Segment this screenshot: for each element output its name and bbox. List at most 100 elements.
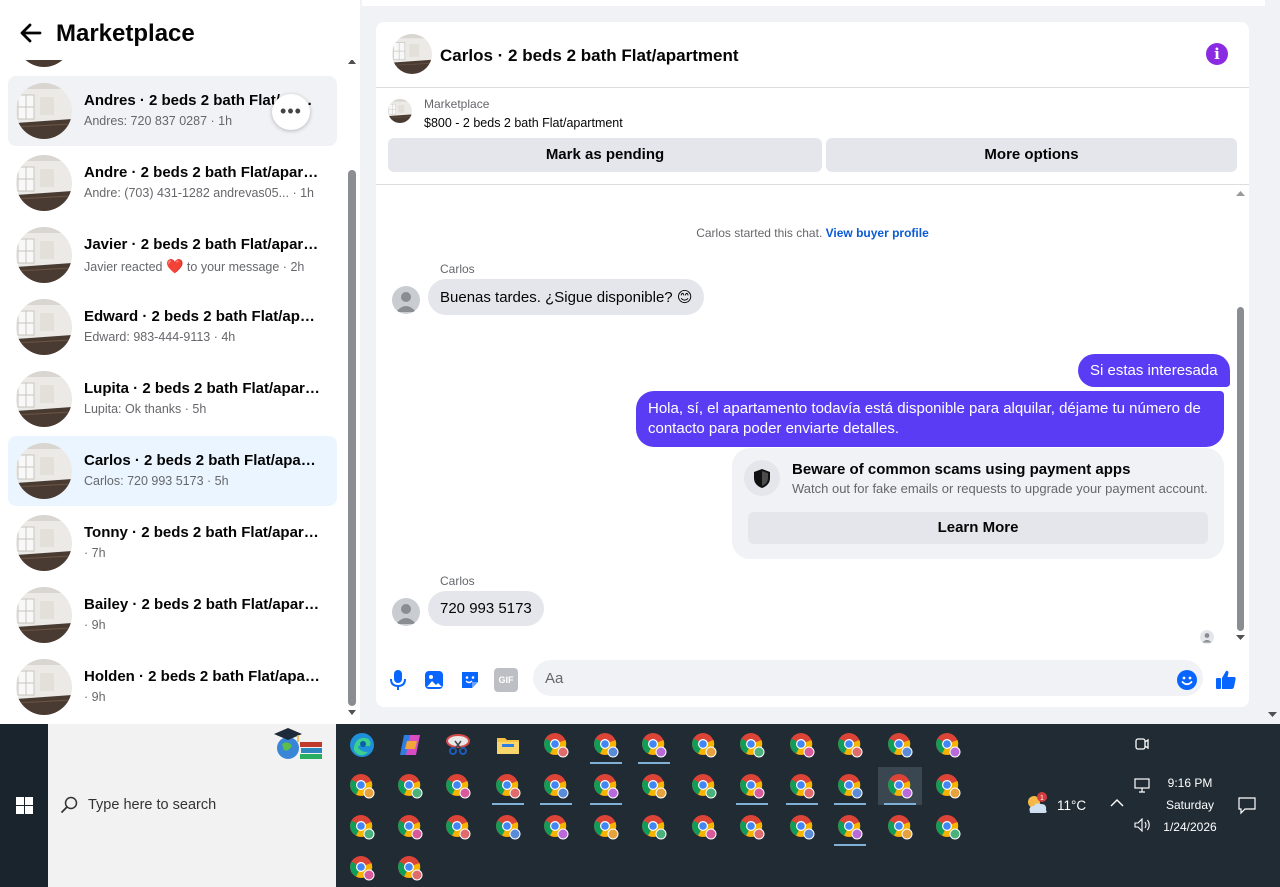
snip-taskbar-button[interactable] — [436, 726, 480, 764]
gif-icon[interactable]: GIF — [494, 668, 518, 692]
chrome-taskbar-button[interactable] — [340, 808, 384, 846]
message-bubble-incoming[interactable]: Buenas tardes. ¿Sigue disponible? 😊 — [428, 279, 705, 315]
chrome-taskbar-button[interactable] — [436, 808, 480, 846]
chrome-taskbar-button[interactable] — [682, 767, 726, 805]
info-icon[interactable]: i — [1206, 43, 1228, 65]
chrome-taskbar-button[interactable] — [878, 767, 922, 805]
chrome-taskbar-button[interactable] — [632, 808, 676, 846]
scroll-down-icon[interactable] — [1236, 635, 1245, 641]
chrome-icon — [692, 815, 717, 840]
chrome-taskbar-button[interactable] — [340, 849, 384, 887]
chrome-taskbar-button[interactable] — [780, 726, 824, 764]
message-bubble-outgoing[interactable]: Hola, sí, el apartamento todavía está di… — [636, 391, 1224, 447]
meet-now-icon[interactable] — [1134, 736, 1150, 752]
chrome-taskbar-button[interactable] — [584, 726, 628, 764]
scrollbar-thumb[interactable] — [1237, 307, 1244, 631]
listing-thumbnail-small[interactable] — [388, 99, 412, 123]
clock-day[interactable]: Saturday — [1150, 798, 1230, 812]
scroll-down-icon[interactable] — [348, 710, 356, 716]
thumbs-up-icon[interactable] — [1214, 668, 1238, 692]
folder-taskbar-button[interactable] — [486, 726, 530, 764]
more-options-button[interactable]: More options — [826, 138, 1237, 172]
scrollbar-thumb[interactable] — [348, 170, 356, 706]
clock-date[interactable]: 1/24/2026 — [1150, 820, 1230, 834]
chrome-taskbar-button[interactable] — [926, 767, 970, 805]
chrome-taskbar-button[interactable] — [926, 726, 970, 764]
conversation-item[interactable]: Javier · 2 beds 2 bath Flat/apartment Jav… — [8, 220, 337, 290]
conversation-title: Lupita · 2 beds 2 bath Flat/apartment — [84, 380, 320, 397]
chrome-taskbar-button[interactable] — [780, 767, 824, 805]
chrome-taskbar-button[interactable] — [730, 767, 774, 805]
conversation-item[interactable]: Bailey · 2 beds 2 bath Flat/apartment · 9… — [8, 580, 337, 650]
conversation-more-button[interactable]: ••• — [272, 94, 310, 130]
clock-time[interactable]: 9:16 PM — [1150, 776, 1230, 790]
chrome-taskbar-button[interactable] — [926, 808, 970, 846]
chrome-taskbar-button[interactable] — [730, 726, 774, 764]
message-bubble-outgoing[interactable]: Si estas interesada — [1078, 354, 1230, 387]
page-title: Marketplace — [56, 20, 195, 47]
copilot-taskbar-button[interactable] — [388, 726, 432, 764]
chrome-taskbar-button[interactable] — [682, 808, 726, 846]
chrome-taskbar-button[interactable] — [534, 767, 578, 805]
chrome-taskbar-button[interactable] — [878, 726, 922, 764]
chrome-taskbar-button[interactable] — [632, 726, 676, 764]
chrome-taskbar-button[interactable] — [534, 726, 578, 764]
chrome-taskbar-button[interactable] — [388, 808, 432, 846]
back-arrow-icon[interactable] — [18, 20, 44, 46]
chrome-taskbar-button[interactable] — [682, 726, 726, 764]
conversation-item[interactable]: Edward · 2 beds 2 bath Flat/apartment Edw… — [8, 292, 337, 362]
start-button[interactable] — [0, 724, 48, 887]
page-scrollbar[interactable] — [1265, 0, 1280, 724]
chrome-taskbar-button[interactable] — [486, 808, 530, 846]
listing-thumbnail[interactable] — [392, 34, 432, 74]
chrome-taskbar-button[interactable] — [730, 808, 774, 846]
conversation-item[interactable]: Holden · 2 beds 2 bath Flat/apartment · 9… — [8, 652, 337, 722]
photo-icon[interactable] — [422, 668, 446, 692]
chrome-icon — [936, 774, 961, 799]
chrome-taskbar-button[interactable] — [878, 808, 922, 846]
scroll-up-icon[interactable] — [1236, 190, 1245, 196]
chrome-taskbar-button[interactable] — [486, 767, 530, 805]
chrome-taskbar-button[interactable] — [632, 767, 676, 805]
emoji-icon[interactable] — [1175, 668, 1199, 692]
scroll-down-icon[interactable] — [1268, 712, 1277, 718]
listing-price-title[interactable]: $800 - 2 beds 2 bath Flat/apartment — [424, 116, 623, 130]
chevron-up-icon[interactable] — [1110, 798, 1124, 808]
chrome-taskbar-button[interactable] — [828, 767, 872, 805]
chrome-taskbar-button[interactable] — [388, 767, 432, 805]
conversation-list-scrollbar[interactable] — [346, 56, 358, 724]
chrome-taskbar-button[interactable] — [388, 849, 432, 887]
avatar[interactable] — [392, 598, 420, 626]
mark-as-pending-button[interactable]: Mark as pending — [388, 138, 822, 172]
sticker-icon[interactable] — [458, 668, 482, 692]
microphone-icon[interactable] — [386, 668, 410, 692]
message-input[interactable] — [533, 660, 1203, 696]
conversation-item[interactable]: Andre · 2 beds 2 bath Flat/apartment Andr… — [8, 148, 337, 218]
weather-icon[interactable]: 1 — [1024, 792, 1050, 816]
chrome-taskbar-button[interactable] — [436, 767, 480, 805]
chrome-taskbar-button[interactable] — [534, 808, 578, 846]
chrome-taskbar-button[interactable] — [828, 808, 872, 846]
conversation-item[interactable]: Lupita · 2 beds 2 bath Flat/apartment Lup… — [8, 364, 337, 434]
subtitle-text: Andre: (703) 431-1282 andrevas05... · 1h — [84, 186, 315, 200]
learn-more-button[interactable]: Learn More — [748, 512, 1208, 544]
chrome-taskbar-button[interactable] — [340, 767, 384, 805]
education-graduation-icon[interactable] — [264, 726, 326, 762]
conversation-subtitle: Andres: 720 837 0287 · 1h — [84, 114, 232, 128]
view-buyer-profile-link[interactable]: View buyer profile — [826, 226, 929, 240]
avatar[interactable] — [392, 286, 420, 314]
chrome-taskbar-button[interactable] — [780, 808, 824, 846]
conversation-item[interactable]: Tonny · 2 beds 2 bath Flat/apartment · 7h — [8, 508, 337, 578]
chrome-icon — [642, 774, 667, 799]
conversation-item[interactable]: Carlos · 2 beds 2 bath Flat/apartment Car… — [8, 436, 337, 506]
weather-temperature[interactable]: 11°C — [1057, 798, 1086, 813]
notifications-icon[interactable] — [1238, 797, 1256, 815]
message-bubble-incoming[interactable]: 720 993 5173 — [428, 591, 544, 626]
chrome-taskbar-button[interactable] — [828, 726, 872, 764]
chat-title[interactable]: Carlos · 2 beds 2 bath Flat/apartment — [440, 46, 739, 66]
chrome-taskbar-button[interactable] — [584, 808, 628, 846]
taskbar-search-box[interactable]: Type here to search — [48, 724, 336, 887]
chrome-taskbar-button[interactable] — [584, 767, 628, 805]
edge-taskbar-button[interactable] — [340, 726, 384, 764]
chat-scrollbar[interactable] — [1234, 185, 1247, 645]
